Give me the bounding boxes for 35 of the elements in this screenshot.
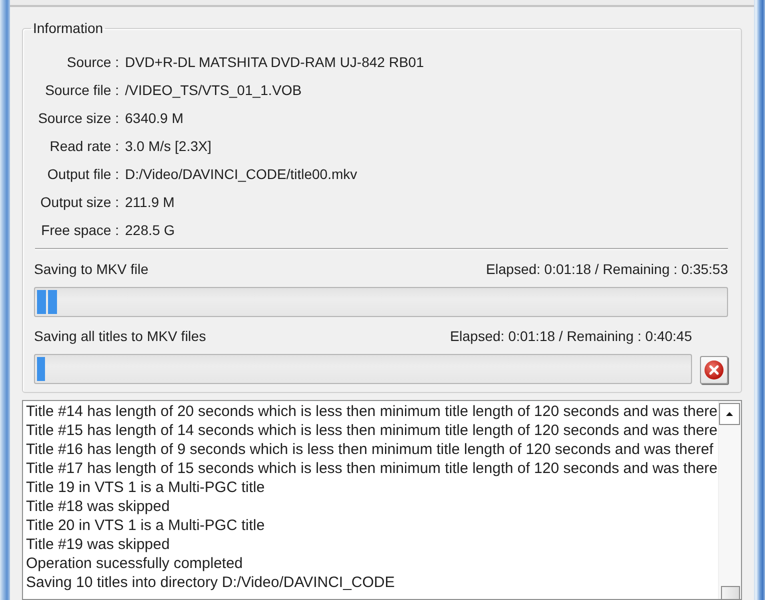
log-line: Title #19 was skipped (26, 535, 170, 554)
field-label: Source size : (38, 109, 119, 128)
scroll-up-button[interactable] (719, 403, 740, 425)
field-value: 3.0 M/s [2.3X] (125, 137, 212, 156)
task-label: Saving to MKV file (34, 260, 148, 278)
scrollbar-track[interactable] (718, 401, 741, 599)
field-value: DVD+R-DL MATSHITA DVD-RAM UJ-842 RB01 (125, 53, 424, 72)
task-label: Saving all titles to MKV files (34, 328, 206, 344)
field-label: Output file : (47, 165, 119, 184)
field-label: Output size : (40, 193, 119, 212)
close-icon (704, 360, 724, 380)
log-line: Title #15 has length of 14 seconds which is less then minimum title length of 120 seconds and was there (26, 421, 718, 440)
field-value: /VIDEO_TS/VTS_01_1.VOB (125, 81, 302, 100)
time-readout: Elapsed: 0:01:18 / Remaining : 0:35:53 (486, 260, 728, 278)
field-label: Source : (66, 53, 119, 72)
field-value: 6340.9 M (125, 109, 184, 128)
time-readout: Elapsed: 0:01:18 / Remaining : 0:40:45 (450, 328, 692, 344)
field-label: Source file : (45, 81, 119, 100)
log-line: Title 20 in VTS 1 is a Multi-PGC title (26, 516, 265, 535)
cancel-button[interactable] (700, 356, 728, 384)
field-value: 228.5 G (125, 221, 175, 240)
log-line: Saving 10 titles into directory D:/Video/DAVINCI_CODE (26, 573, 395, 592)
log-line: Operation sucessfully completed (26, 554, 243, 573)
group-title: Information (32, 20, 104, 36)
log-line: Title #14 has length of 20 seconds which is less then minimum title length of 120 seconds and was there (26, 402, 718, 421)
log-line: Title 19 in VTS 1 is a Multi-PGC title (26, 478, 265, 497)
up-arrow-icon (726, 412, 733, 416)
log-line: Title #17 has length of 15 seconds which is less then minimum title length of 120 seconds and was there (26, 459, 718, 478)
field-value: 211.9 M (125, 193, 175, 212)
scrollbar-thumb[interactable] (721, 586, 740, 599)
log-line: Title #16 has length of 9 seconds which is less then minimum title length of 120 seconds and was theref (26, 440, 714, 459)
field-label: Read rate : (50, 137, 119, 156)
field-value: D:/Video/DAVINCI_CODE/title00.mkv (125, 165, 358, 184)
field-label: Free space : (41, 221, 119, 240)
log-line: Title #18 was skipped (26, 497, 170, 516)
